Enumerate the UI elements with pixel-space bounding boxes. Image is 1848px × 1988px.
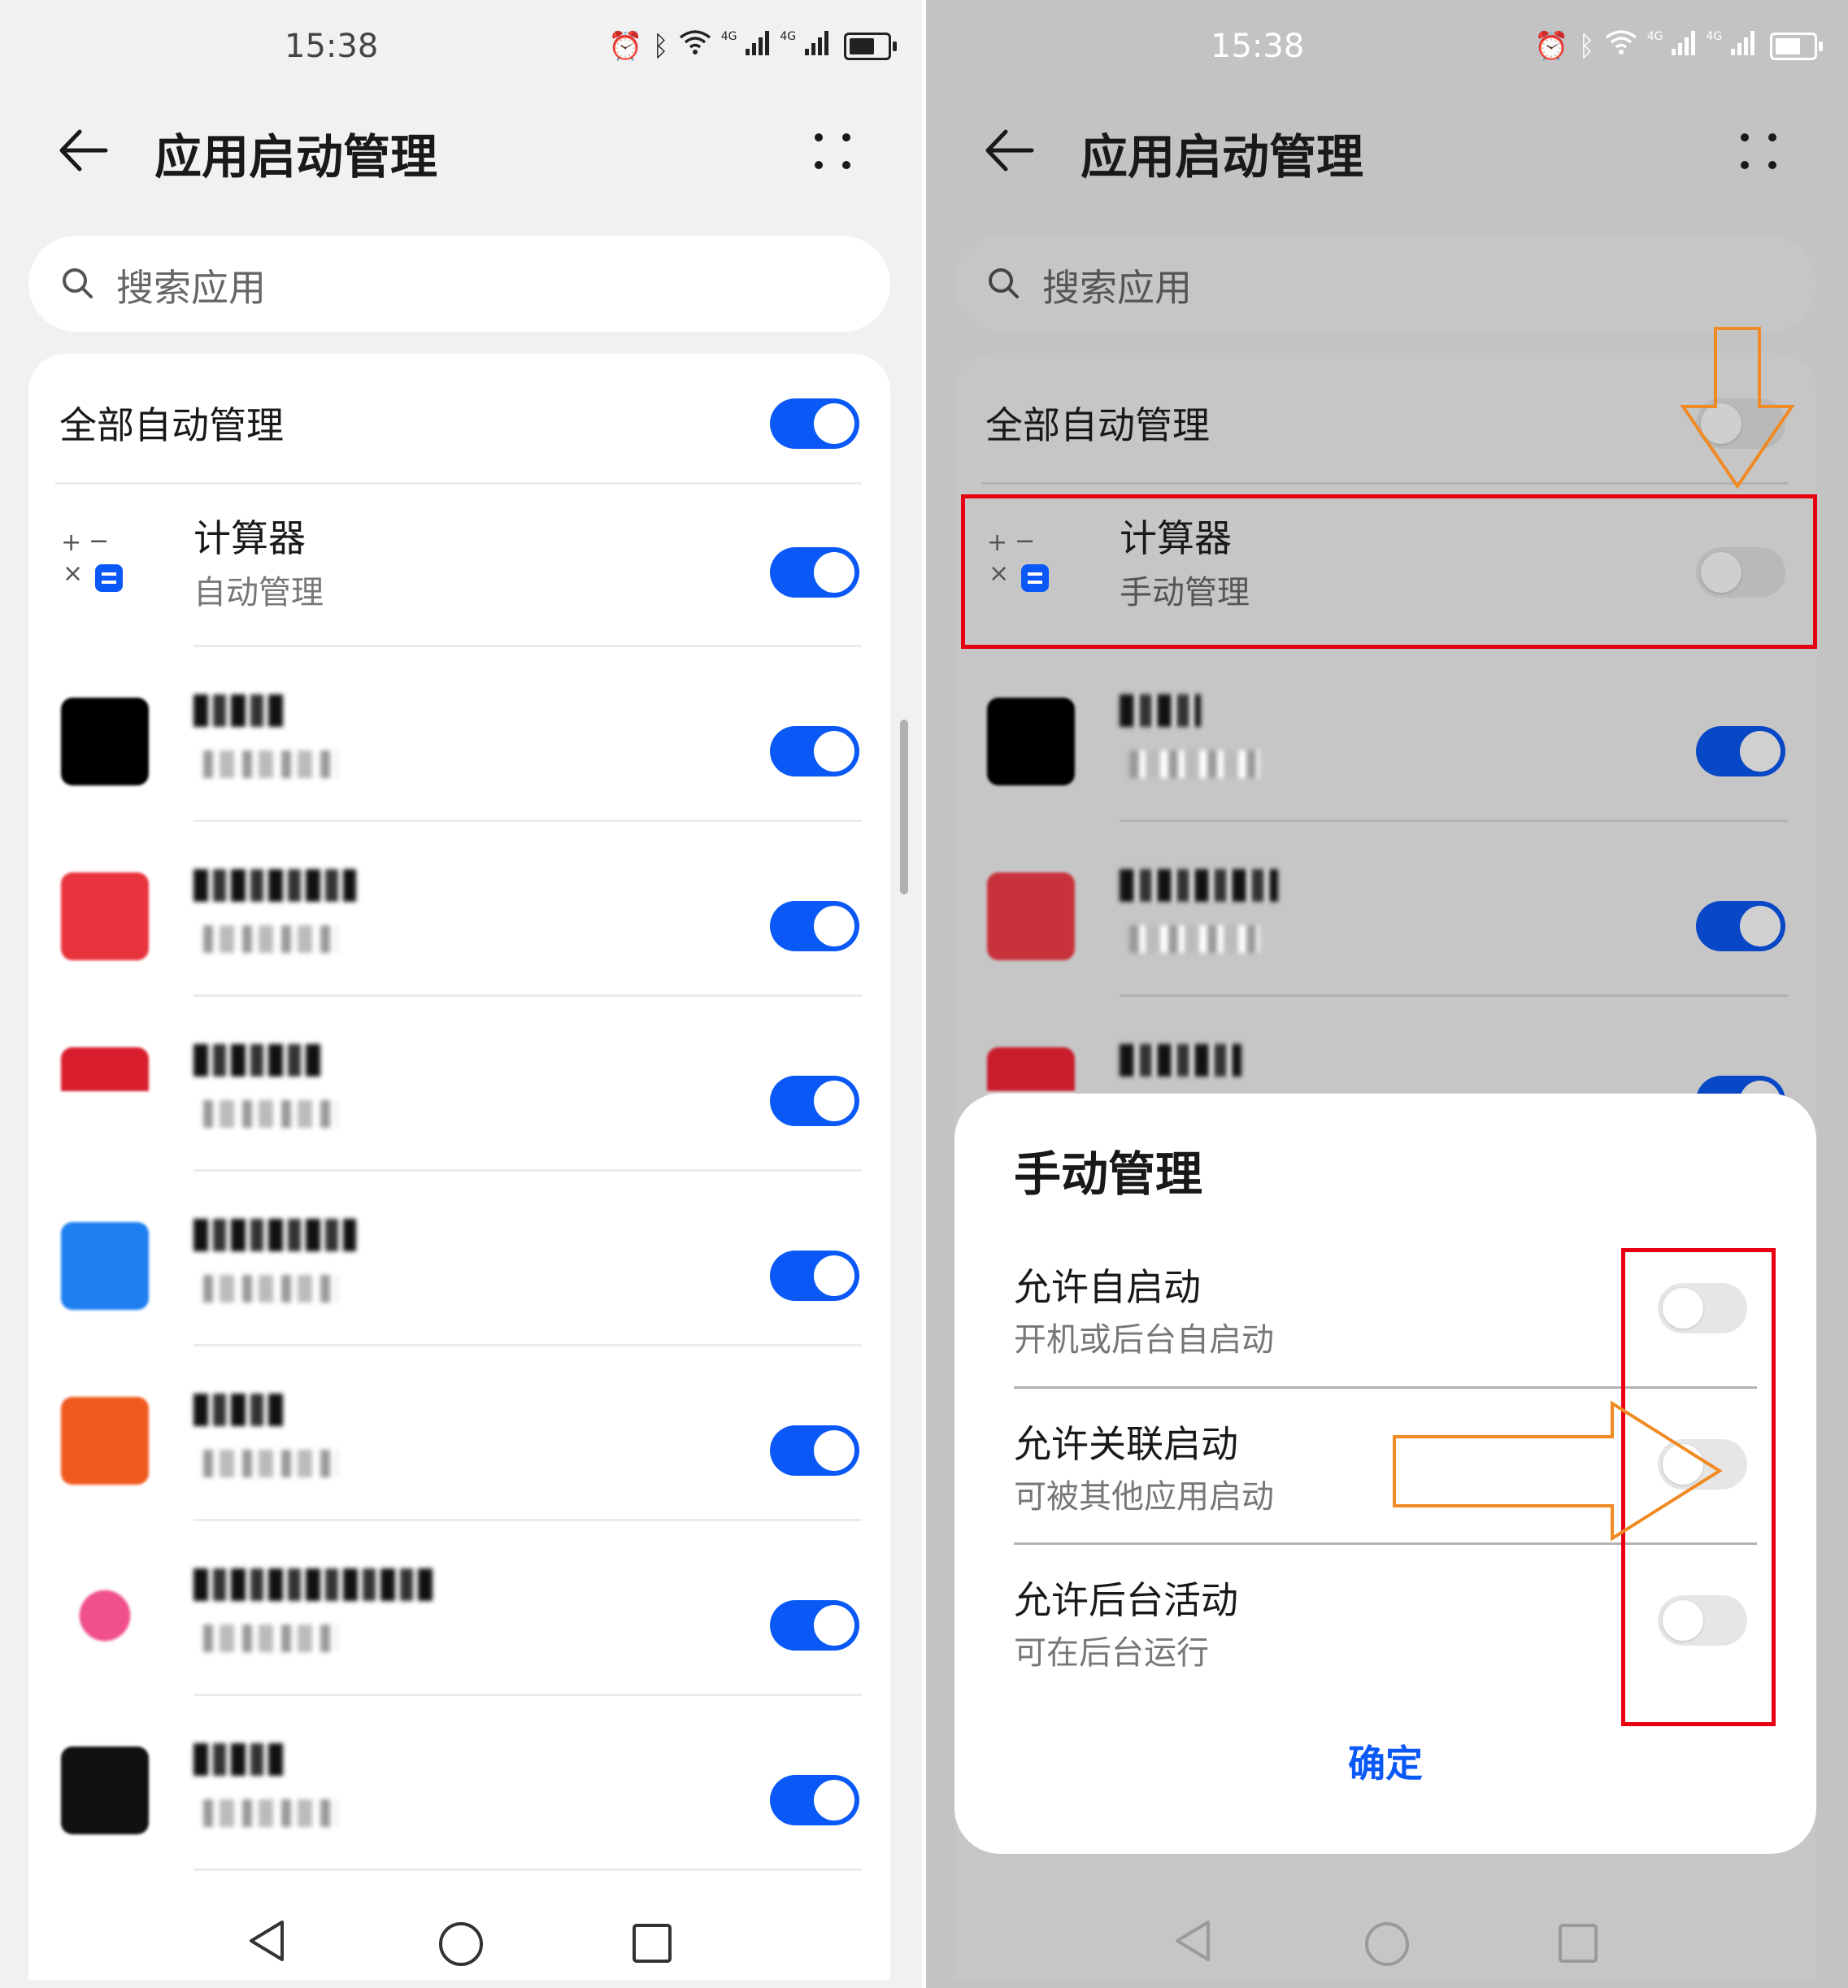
- search-icon: [989, 268, 1019, 298]
- right-arrow-annotation-icon: [1393, 1400, 1723, 1542]
- app-toggle[interactable]: [1696, 726, 1785, 776]
- alarm-icon: ⏰: [608, 29, 643, 63]
- status-bar: 15:38 ⏰ ᛒ 4G 4G: [926, 0, 1848, 98]
- wifi-icon: [1605, 29, 1637, 63]
- list-item[interactable]: [28, 665, 890, 840]
- all-auto-manage-toggle[interactable]: [770, 398, 859, 449]
- blurred-app-icon: [61, 1572, 149, 1660]
- list-item[interactable]: [954, 665, 1816, 840]
- status-icons: ⏰ ᛒ 4G 4G: [608, 29, 897, 63]
- search-input[interactable]: 搜索应用: [28, 236, 890, 332]
- app-row-calculator[interactable]: + − × 计算器 自动管理: [28, 486, 890, 661]
- app-name: 计算器: [193, 516, 306, 560]
- nav-back-icon[interactable]: [1174, 1919, 1211, 1963]
- alarm-icon: ⏰: [1534, 29, 1569, 63]
- blurred-app-icon: [61, 1047, 149, 1135]
- title-bar: 应用启动管理: [926, 98, 1848, 203]
- status-bar: 15:38 ⏰ ᛒ 4G 4G: [0, 0, 922, 98]
- app-toggle[interactable]: [770, 1775, 859, 1825]
- nav-recent-apps-icon[interactable]: [1559, 1924, 1598, 1963]
- navigation-bar: [926, 1894, 1848, 1988]
- more-options-icon[interactable]: [1736, 128, 1781, 174]
- blurred-app-icon: [987, 872, 1075, 960]
- navigation-bar: [0, 1894, 922, 1988]
- bluetooth-icon: ᛒ: [1578, 29, 1595, 63]
- option-label: 允许自启动: [1014, 1265, 1201, 1309]
- page-title: 应用启动管理: [154, 129, 438, 185]
- search-placeholder: 搜索应用: [1042, 266, 1192, 310]
- app-toggle[interactable]: [770, 1600, 859, 1651]
- confirm-button[interactable]: 确定: [954, 1734, 1816, 1788]
- nav-home-icon[interactable]: [1365, 1922, 1409, 1966]
- battery-icon: [843, 32, 897, 60]
- highlight-calculator-row: [961, 494, 1817, 649]
- app-status: 自动管理: [193, 574, 324, 611]
- cellular-signal-icon: 4G: [1647, 30, 1697, 63]
- all-auto-manage-label: 全部自动管理: [985, 403, 1210, 447]
- list-item[interactable]: [954, 840, 1816, 1015]
- search-input[interactable]: 搜索应用: [954, 236, 1816, 332]
- cellular-signal-icon-2: 4G: [780, 30, 829, 63]
- dialog-title: 手动管理: [1014, 1146, 1203, 1202]
- option-desc: 开机或后台自启动: [1014, 1321, 1274, 1359]
- blurred-app-icon: [61, 1747, 149, 1834]
- app-toggle[interactable]: [770, 1425, 859, 1476]
- nav-recent-apps-icon[interactable]: [633, 1924, 672, 1963]
- blurred-app-icon: [61, 1222, 149, 1310]
- app-toggle[interactable]: [1696, 901, 1785, 951]
- nav-back-icon[interactable]: [248, 1919, 285, 1963]
- search-placeholder: 搜索应用: [116, 266, 266, 310]
- status-time: 15:38: [285, 28, 379, 65]
- title-bar: 应用启动管理: [0, 98, 922, 203]
- back-arrow-icon[interactable]: [55, 122, 112, 179]
- app-toggle[interactable]: [770, 1251, 859, 1301]
- wifi-icon: [679, 29, 711, 63]
- battery-icon: [1769, 32, 1823, 60]
- screen-before: 15:38 ⏰ ᛒ 4G 4G 应用启动管理 搜索应用 全部自动管理 + − ×…: [0, 0, 922, 1988]
- app-toggle[interactable]: [770, 1076, 859, 1126]
- list-item[interactable]: [28, 1015, 890, 1190]
- back-arrow-icon[interactable]: [981, 122, 1038, 179]
- list-item[interactable]: [28, 1190, 890, 1364]
- status-icons: ⏰ ᛒ 4G 4G: [1534, 29, 1823, 63]
- all-auto-manage-label: 全部自动管理: [59, 403, 284, 447]
- screen-after: 15:38 ⏰ ᛒ 4G 4G 应用启动管理 搜索应用 全部自动管理 + − ×…: [926, 0, 1848, 1988]
- list-item[interactable]: [28, 1714, 890, 1889]
- bluetooth-icon: ᛒ: [652, 29, 669, 63]
- app-toggle[interactable]: [770, 901, 859, 951]
- option-desc: 可被其他应用启动: [1014, 1478, 1274, 1516]
- cellular-signal-icon: 4G: [721, 30, 771, 63]
- all-auto-manage-row: 全部自动管理: [28, 354, 890, 484]
- status-time: 15:38: [1211, 28, 1305, 65]
- app-toggle[interactable]: [770, 726, 859, 776]
- page-title: 应用启动管理: [1081, 129, 1364, 185]
- down-arrow-annotation-icon: [1680, 327, 1795, 489]
- app-toggle[interactable]: [770, 547, 859, 598]
- blurred-app-icon: [61, 872, 149, 960]
- more-options-icon[interactable]: [810, 128, 855, 174]
- option-label: 允许关联启动: [1014, 1422, 1238, 1466]
- option-desc: 可在后台运行: [1014, 1634, 1209, 1672]
- option-label: 允许后台活动: [1014, 1578, 1238, 1622]
- blurred-app-icon: [61, 1397, 149, 1485]
- app-list-card: 全部自动管理 + − × 计算器 自动管理: [28, 354, 890, 1980]
- cellular-signal-icon-2: 4G: [1706, 30, 1755, 63]
- list-item[interactable]: [28, 840, 890, 1015]
- scrollbar[interactable]: [900, 720, 908, 894]
- list-item[interactable]: [28, 1364, 890, 1539]
- blurred-app-icon: [987, 698, 1075, 785]
- list-item[interactable]: [28, 1539, 890, 1714]
- nav-home-icon[interactable]: [439, 1922, 483, 1966]
- blurred-app-icon: [61, 698, 149, 785]
- calculator-icon: + − ×: [61, 527, 134, 602]
- search-icon: [63, 268, 93, 298]
